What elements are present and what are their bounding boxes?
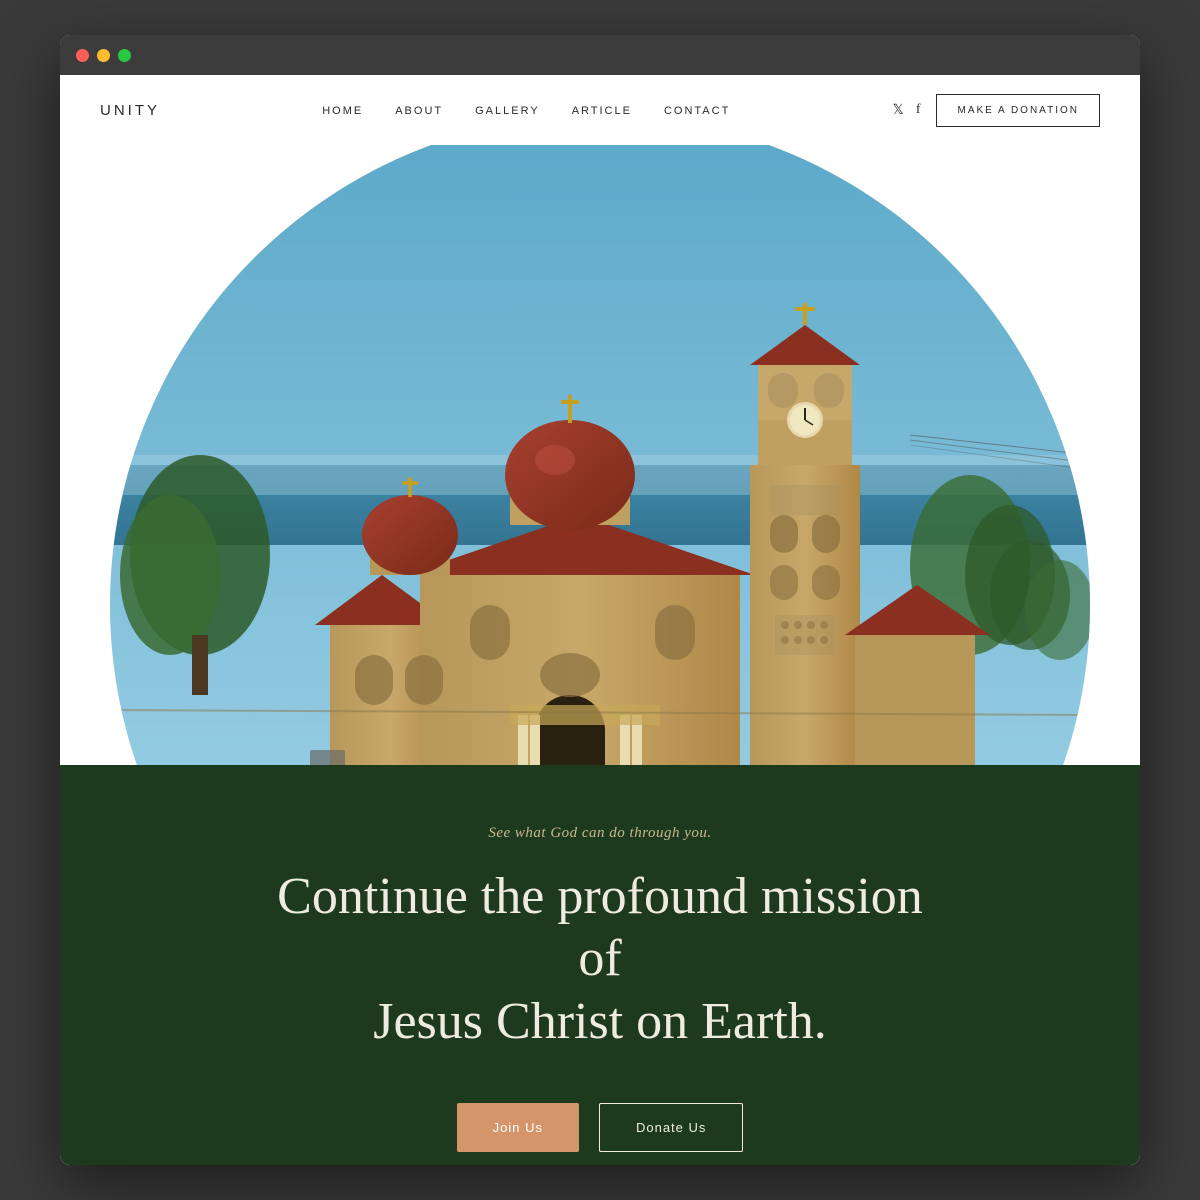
lower-section: See what God can do through you. Continu… bbox=[60, 765, 1140, 1165]
facebook-icon[interactable]: f bbox=[916, 102, 921, 118]
cta-buttons: Join Us Donate Us bbox=[100, 1103, 1100, 1152]
browser-chrome bbox=[60, 35, 1140, 75]
nav-right: 𝕏 f MAKE A DONATION bbox=[893, 94, 1100, 127]
twitter-icon[interactable]: 𝕏 bbox=[893, 102, 904, 119]
site-logo[interactable]: UNITY bbox=[100, 102, 160, 119]
hero-section bbox=[60, 145, 1140, 765]
hero-circle-image bbox=[110, 145, 1090, 765]
browser-window: UNITY HOME ABOUT GALLERY ARTICLE CONTACT bbox=[60, 35, 1140, 1165]
hero-heading: Continue the profound mission of Jesus C… bbox=[250, 866, 950, 1053]
social-icons: 𝕏 f bbox=[893, 102, 921, 119]
hero-tagline: See what God can do through you. bbox=[100, 825, 1100, 842]
nav-item-article[interactable]: ARTICLE bbox=[572, 101, 632, 119]
navbar: UNITY HOME ABOUT GALLERY ARTICLE CONTACT bbox=[60, 75, 1140, 145]
make-donation-button[interactable]: MAKE A DONATION bbox=[936, 94, 1100, 127]
join-us-button[interactable]: Join Us bbox=[457, 1103, 579, 1152]
nav-item-about[interactable]: ABOUT bbox=[395, 101, 443, 119]
nav-item-contact[interactable]: CONTACT bbox=[664, 101, 730, 119]
minimize-button[interactable] bbox=[97, 49, 110, 62]
maximize-button[interactable] bbox=[118, 49, 131, 62]
nav-item-home[interactable]: HOME bbox=[322, 101, 363, 119]
donate-us-button[interactable]: Donate Us bbox=[599, 1103, 743, 1152]
nav-item-gallery[interactable]: GALLERY bbox=[475, 101, 540, 119]
close-button[interactable] bbox=[76, 49, 89, 62]
nav-links: HOME ABOUT GALLERY ARTICLE CONTACT bbox=[322, 101, 730, 119]
page-content: UNITY HOME ABOUT GALLERY ARTICLE CONTACT bbox=[60, 75, 1140, 1165]
church-scene-svg bbox=[110, 145, 1090, 765]
